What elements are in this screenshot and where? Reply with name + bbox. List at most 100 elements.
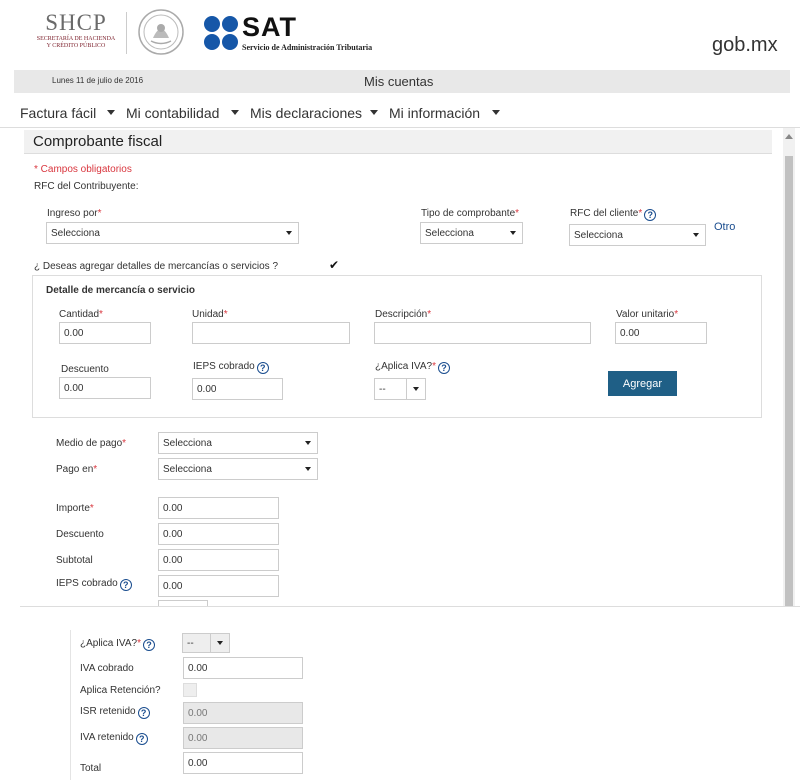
nav-mis-declaraciones[interactable]: Mis declaraciones (250, 105, 362, 121)
page-title: Mis cuentas (364, 74, 434, 89)
help-icon[interactable]: ? (135, 733, 148, 745)
rfc-contribuyente-label: RFC del Contribuyente: (34, 181, 139, 192)
aplica-iva-label: ¿Aplica IVA?*? (80, 638, 155, 651)
tipo-comprobante-label: Tipo de comprobante* (421, 208, 520, 219)
ieps-label: IEPS cobrado? (56, 578, 132, 591)
section-title: Comprobante fiscal (33, 133, 163, 150)
main-nav: Factura fácil Mi contabilidad Mis declar… (0, 96, 800, 128)
chevron-down-icon (305, 467, 311, 471)
descuento-detail-label: Descuento (61, 364, 109, 375)
chevron-down-icon (413, 387, 419, 391)
pago-en-value: Selecciona (163, 463, 212, 475)
isr-retenido-input[interactable]: 0.00 (183, 702, 303, 724)
cantidad-input[interactable]: 0.00 (59, 322, 151, 344)
panel-border (70, 630, 71, 780)
ieps-detail-label: IEPS cobrado? (193, 361, 269, 374)
ingreso-value: Selecciona (51, 227, 100, 239)
subtotal-input[interactable]: 0.00 (158, 549, 279, 571)
agregar-button[interactable]: Agregar (608, 371, 677, 396)
importe-label: Importe* (56, 503, 94, 514)
detalles-question: ¿ Deseas agregar detalles de mercancías … (34, 261, 279, 272)
nav-mi-contabilidad[interactable]: Mi contabilidad (126, 105, 219, 121)
descuento-input[interactable]: 0.00 (158, 523, 279, 545)
chevron-down-icon (510, 231, 516, 235)
current-date: Lunes 11 de julio de 2016 (52, 76, 144, 85)
sat-logo-icon[interactable] (203, 15, 239, 51)
total-label: Total (80, 763, 102, 774)
ieps-input[interactable]: 0.00 (158, 575, 279, 597)
iva-retenido-input[interactable]: 0.00 (183, 727, 303, 749)
help-icon[interactable]: ? (142, 639, 155, 651)
subtotal-label: Subtotal (56, 555, 93, 566)
rfc-cliente-value: Selecciona (574, 229, 623, 241)
iva-cobrado-input[interactable]: 0.00 (183, 657, 303, 679)
rfc-cliente-select[interactable]: Selecciona (569, 224, 706, 246)
help-icon[interactable]: ? (256, 362, 269, 374)
aplica-iva-select[interactable]: -- (182, 633, 230, 653)
pago-en-label: Pago en* (56, 464, 98, 475)
help-icon[interactable]: ? (137, 707, 150, 719)
select-divider (210, 634, 211, 652)
aplica-iva-detail-select[interactable]: -- (374, 378, 426, 400)
help-icon[interactable]: ? (644, 209, 657, 221)
tipo-value: Selecciona (425, 227, 474, 239)
medio-pago-select[interactable]: Selecciona (158, 432, 318, 454)
detail-title: Detalle de mercancía o servicio (46, 285, 195, 296)
help-icon[interactable]: ? (119, 579, 132, 591)
logo-divider (126, 12, 127, 54)
total-input[interactable]: 0.00 (183, 752, 303, 774)
scrollbar[interactable] (783, 128, 795, 606)
mexico-seal-icon (138, 9, 184, 55)
sat-wordmark: SAT (242, 12, 297, 42)
valor-unitario-input[interactable]: 0.00 (615, 322, 707, 344)
nav-mi-informacion[interactable]: Mi información (389, 105, 480, 121)
help-icon[interactable]: ? (437, 362, 450, 374)
chevron-down-icon (286, 231, 292, 235)
medio-pago-label: Medio de pago* (56, 438, 127, 449)
scrollbar-thumb[interactable] (785, 156, 793, 606)
aplica-iva-value: -- (187, 637, 194, 649)
tipo-comprobante-select[interactable]: Selecciona (420, 222, 523, 244)
unidad-label: Unidad* (192, 309, 228, 320)
chevron-down-icon (693, 233, 699, 237)
chevron-down-icon (305, 441, 311, 445)
page-header: SHCP SECRETARÍA DE HACIENDA Y CRÉDITO PÚ… (0, 0, 800, 64)
descripcion-input[interactable] (374, 322, 591, 344)
rfc-cliente-label: RFC del cliente*? (570, 208, 657, 221)
ingreso-select[interactable]: Selecciona (46, 222, 299, 244)
nav-factura-facil[interactable]: Factura fácil (20, 105, 96, 121)
scroll-up-icon[interactable] (785, 134, 793, 139)
date-bar: Lunes 11 de julio de 2016 Mis cuentas (14, 70, 790, 93)
chevron-down-icon[interactable] (492, 110, 500, 115)
chevron-down-icon[interactable] (370, 110, 378, 115)
descuento-detail-input[interactable]: 0.00 (59, 377, 151, 399)
ingreso-label: Ingreso por* (47, 208, 102, 219)
chevron-down-icon (217, 641, 223, 645)
chevron-down-icon[interactable] (231, 110, 239, 115)
select-divider (406, 379, 407, 399)
gob-mx-logo[interactable]: gob.mx (712, 34, 778, 57)
importe-input[interactable]: 0.00 (158, 497, 279, 519)
check-icon[interactable]: ✔ (329, 258, 339, 272)
cantidad-label: Cantidad* (59, 309, 103, 320)
shcp-logo[interactable]: SHCP SECRETARÍA DE HACIENDA Y CRÉDITO PÚ… (26, 10, 126, 50)
valor-unitario-label: Valor unitario* (616, 309, 679, 320)
unidad-input[interactable] (192, 322, 350, 344)
chevron-down-icon[interactable] (107, 110, 115, 115)
aplica-iva-value: -- (379, 383, 386, 395)
pago-en-select[interactable]: Selecciona (158, 458, 318, 480)
descripcion-label: Descripción* (375, 309, 432, 320)
screenshot-cut (20, 606, 800, 607)
otro-link[interactable]: Otro (714, 221, 735, 233)
aplica-iva-detail-label: ¿Aplica IVA?*? (375, 361, 450, 374)
iva-retenido-label: IVA retenido? (80, 732, 148, 745)
required-note: * Campos obligatorios (34, 164, 132, 175)
medio-pago-value: Selecciona (163, 437, 212, 449)
aplica-retencion-label: Aplica Retención? (80, 685, 161, 696)
ieps-detail-input[interactable]: 0.00 (192, 378, 283, 400)
sat-subtitle: Servicio de Administración Tributaria (242, 43, 373, 52)
descuento-label: Descuento (56, 529, 104, 540)
aplica-retencion-checkbox[interactable] (183, 683, 197, 697)
section-header: Comprobante fiscal (24, 130, 772, 154)
iva-cobrado-label: IVA cobrado (80, 663, 134, 674)
